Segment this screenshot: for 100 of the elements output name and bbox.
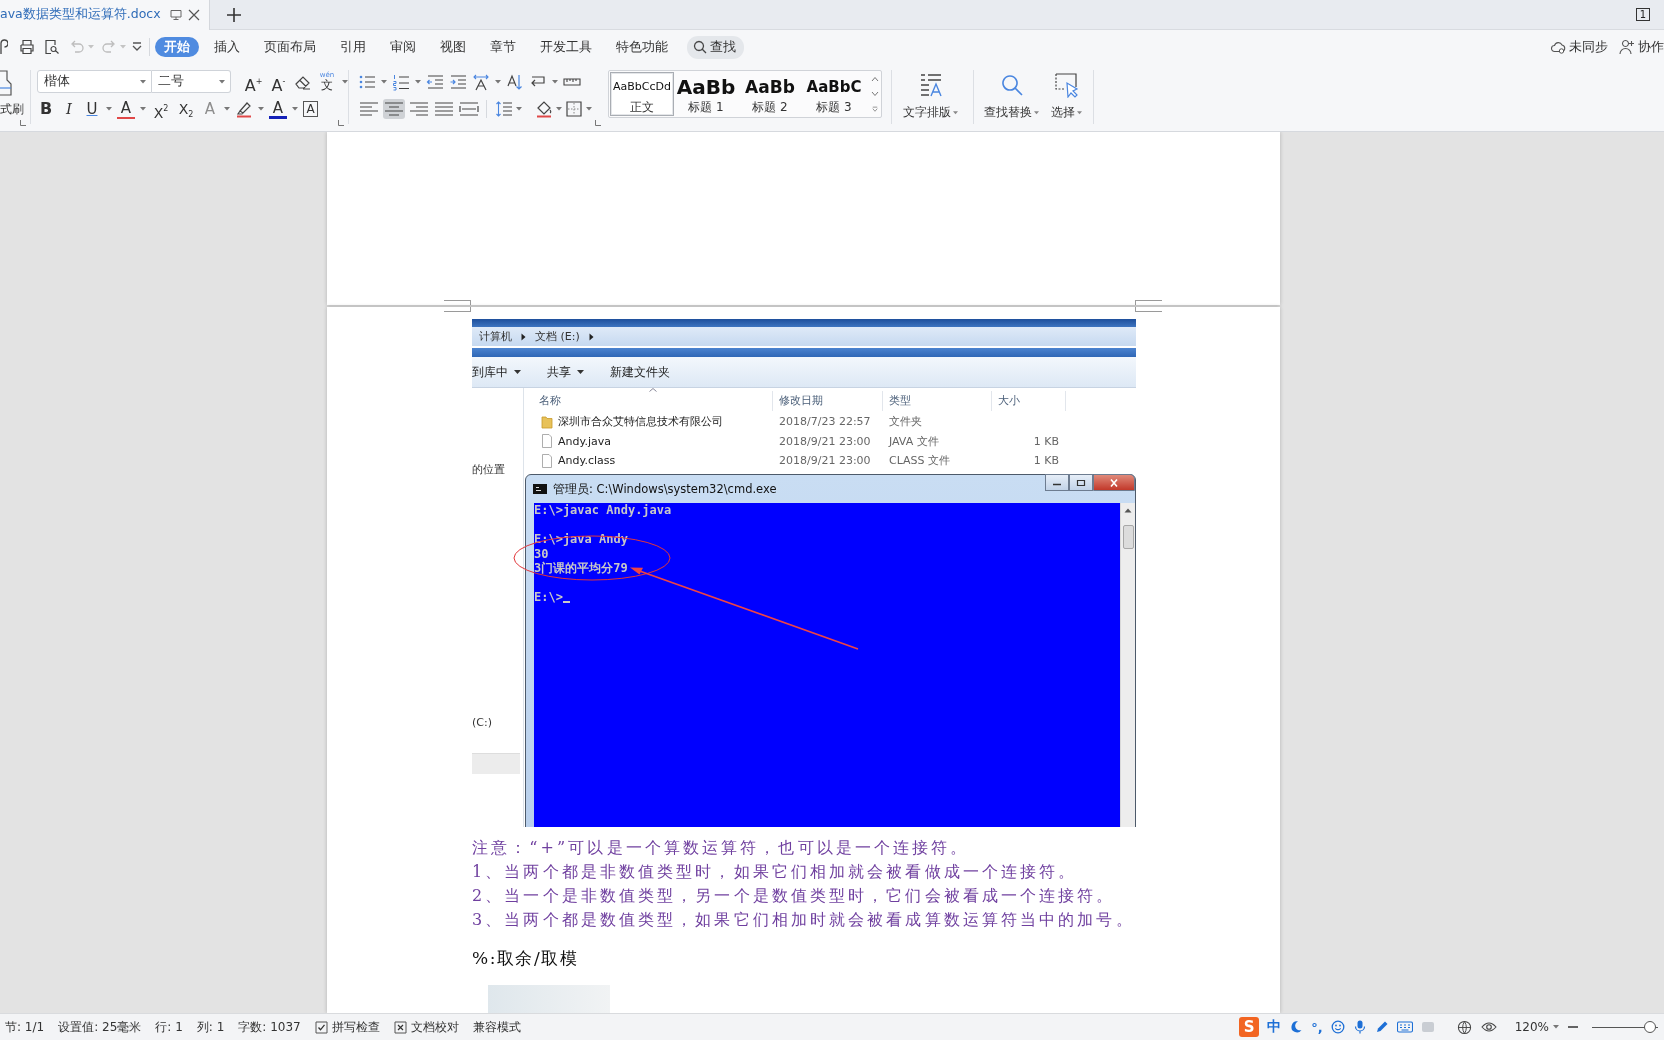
paintbrush-icon[interactable] — [0, 70, 12, 96]
dialog-launcher-icon[interactable] — [20, 120, 26, 126]
cloud-icon[interactable] — [1550, 39, 1566, 55]
scroll-down-icon[interactable] — [871, 91, 879, 97]
sort-icon[interactable] — [506, 72, 524, 91]
zoom-slider-thumb[interactable] — [1644, 1021, 1657, 1033]
sync-status-button[interactable]: 未同步 — [1569, 38, 1608, 56]
paint-bucket-icon[interactable] — [535, 100, 553, 118]
subscript-button[interactable]: X$_{2}$ — [176, 99, 196, 119]
caret-icon[interactable] — [381, 79, 387, 84]
caret-icon[interactable] — [224, 107, 230, 111]
shrink-font-button[interactable]: A$^{-}$ — [269, 71, 288, 92]
caret-icon[interactable] — [342, 79, 348, 84]
align-left-icon[interactable] — [358, 99, 380, 119]
ime-language-toggle[interactable]: 中 — [1267, 1018, 1282, 1036]
compatibility-mode-button[interactable]: 兼容模式 — [472, 1018, 521, 1036]
margin-corner-mark — [1135, 300, 1162, 305]
caret-icon[interactable] — [106, 107, 112, 111]
menu-tab[interactable]: 特色功能 — [607, 37, 677, 57]
style-item[interactable]: AaBb 标题 2 — [738, 72, 802, 116]
caret-icon[interactable] — [516, 107, 522, 111]
letter-arrows-icon[interactable] — [472, 72, 490, 91]
ime-punctuation-toggle[interactable]: °, — [1311, 1019, 1323, 1035]
format-painter-label[interactable]: 式刷 — [0, 101, 24, 118]
keyboard-icon[interactable] — [1396, 1019, 1413, 1035]
justify-icon[interactable] — [433, 99, 455, 119]
column-header: 修改日期 — [773, 391, 883, 411]
caret-icon[interactable] — [415, 79, 421, 84]
caret-icon[interactable] — [586, 107, 592, 111]
superscript-button[interactable]: X$^{2}$ — [151, 99, 171, 119]
customize-icon[interactable] — [132, 42, 142, 52]
zoom-level-button[interactable]: 120% — [1514, 1020, 1559, 1034]
style-item[interactable]: AaBbCcDd 正文 — [610, 72, 674, 116]
caret-icon[interactable] — [219, 79, 225, 84]
window-count-badge[interactable]: 1 — [1635, 8, 1650, 21]
font-name-field[interactable]: 楷体 — [37, 70, 152, 93]
italic-button[interactable]: I — [60, 99, 78, 119]
monitor-icon[interactable] — [169, 8, 182, 21]
globe-icon[interactable] — [1456, 1019, 1472, 1035]
numbered-list-icon[interactable] — [392, 72, 410, 91]
menu-tab[interactable]: 插入 — [205, 37, 249, 57]
printer-icon[interactable] — [19, 39, 35, 55]
caret-icon[interactable] — [292, 107, 298, 111]
menu-tab[interactable]: 页面布局 — [255, 37, 325, 57]
align-right-icon[interactable] — [408, 99, 430, 119]
close-icon[interactable] — [187, 8, 200, 21]
scroll-up-icon[interactable] — [871, 76, 879, 83]
caret-icon[interactable] — [556, 107, 562, 111]
font-size-field[interactable]: 二号 — [152, 70, 231, 93]
document-tab[interactable]: ava数据类型和运算符.docx — [0, 0, 210, 30]
spell-check-button[interactable]: 拼写检查 — [314, 1018, 380, 1036]
grow-font-button[interactable]: A$^{+}$ — [244, 71, 263, 92]
menu-tab[interactable]: 章节 — [481, 37, 525, 57]
borders-icon[interactable] — [565, 100, 583, 118]
search-button[interactable]: 查找 — [687, 35, 744, 59]
distribute-icon[interactable] — [458, 99, 480, 119]
caret-icon — [953, 110, 958, 115]
moon-icon[interactable] — [1289, 1020, 1304, 1034]
print-preview-icon[interactable] — [44, 39, 60, 55]
strikethrough-button[interactable]: A — [117, 99, 135, 119]
tile-icon[interactable] — [1420, 1020, 1435, 1034]
ribbon-large-button[interactable]: 选择 — [1045, 70, 1088, 124]
microphone-icon[interactable] — [1352, 1020, 1367, 1034]
line-spacing-icon[interactable] — [495, 100, 513, 118]
font-color-button[interactable]: A — [269, 99, 287, 119]
increase-indent-icon[interactable] — [449, 72, 467, 91]
caret-icon[interactable] — [258, 107, 264, 111]
decrease-indent-icon[interactable] — [426, 72, 444, 91]
search-icon — [693, 40, 707, 54]
dialog-launcher-icon[interactable] — [338, 120, 344, 126]
underline-button[interactable]: U — [83, 99, 101, 119]
smiley-icon[interactable] — [1330, 1020, 1345, 1034]
character-border-button[interactable]: A — [303, 101, 318, 117]
dialog-launcher-icon[interactable] — [595, 120, 601, 126]
add-person-icon[interactable] — [1619, 39, 1635, 55]
cut-off-icon[interactable] — [0, 39, 8, 55]
note-line: 1、当两个都是非数值类型时，如果它们相加就会被看做成一个连接符。 — [472, 861, 1079, 883]
bold-button[interactable]: B — [37, 99, 55, 119]
collaborate-button[interactable]: 协作 — [1638, 38, 1664, 56]
pen-icon[interactable] — [1374, 1020, 1389, 1034]
style-item[interactable]: AaBbC 标题 3 — [802, 72, 866, 116]
ribbon-large-button[interactable]: 文字排版 — [897, 70, 964, 124]
caret-icon[interactable] — [552, 79, 558, 84]
menu-tab[interactable]: 视图 — [431, 37, 475, 57]
file-name: 深圳市合众艾特信息技术有限公司 — [558, 414, 723, 430]
menu-tab[interactable]: 审阅 — [381, 37, 425, 57]
style-item[interactable]: AaBb 标题 1 — [674, 72, 738, 116]
more-styles-icon[interactable] — [871, 105, 879, 112]
menu-tab[interactable]: 引用 — [331, 37, 375, 57]
eye-icon[interactable] — [1480, 1019, 1497, 1035]
ribbon-large-button[interactable]: 查找替换 — [978, 70, 1045, 124]
highlighter-icon[interactable] — [235, 100, 253, 118]
menu-tab[interactable]: 开发工具 — [531, 37, 601, 57]
new-tab-icon[interactable] — [226, 7, 241, 22]
caret-icon[interactable] — [495, 79, 501, 84]
align-center-icon[interactable] — [383, 99, 405, 119]
caret-icon[interactable] — [140, 79, 146, 84]
status-text: 设置值: 25毫米 — [58, 1018, 142, 1036]
proofread-button[interactable]: 文档校对 — [393, 1018, 459, 1036]
caret-icon[interactable] — [140, 107, 146, 111]
